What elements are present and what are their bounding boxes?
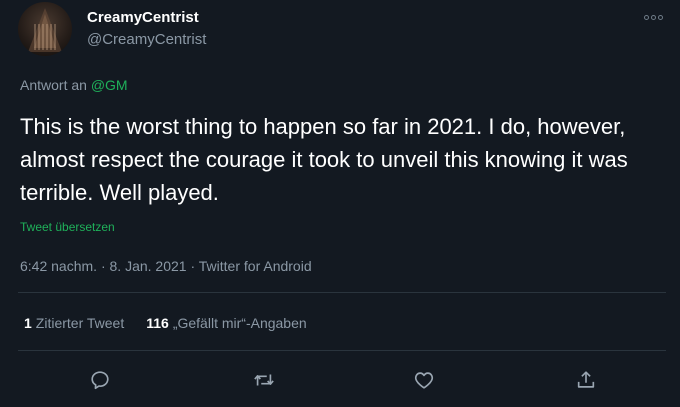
author-avatar[interactable] bbox=[18, 2, 72, 56]
tweet-text: This is the worst thing to happen so far… bbox=[20, 114, 628, 205]
reply-to-prefix: Antwort an bbox=[20, 77, 87, 93]
divider bbox=[18, 292, 666, 293]
likes-stat[interactable]: 116 „Gefällt mir“-Angaben bbox=[146, 315, 306, 331]
like-button[interactable] bbox=[410, 366, 438, 394]
share-button[interactable] bbox=[572, 366, 600, 394]
retweet-icon bbox=[254, 374, 274, 386]
like-label: „Gefällt mir“-Angaben bbox=[172, 315, 307, 331]
divider bbox=[18, 350, 666, 351]
meta-separator: · bbox=[100, 258, 106, 274]
tweet-source-link[interactable]: Twitter for Android bbox=[199, 258, 312, 274]
reply-button[interactable] bbox=[86, 366, 114, 394]
more-dot bbox=[650, 14, 656, 20]
avatar-portrait-icon bbox=[28, 8, 62, 52]
tweet-card: CreamyCentrist @CreamyCentrist Antwort a… bbox=[0, 0, 680, 407]
speech-bubble-icon bbox=[91, 371, 109, 390]
retweet-button[interactable] bbox=[250, 366, 278, 394]
more-options-icon[interactable] bbox=[642, 12, 664, 22]
quote-label: Zitierter Tweet bbox=[35, 315, 125, 331]
like-count: 116 bbox=[146, 315, 169, 331]
quote-count: 1 bbox=[24, 315, 32, 331]
more-dot bbox=[643, 14, 649, 20]
heart-icon bbox=[414, 372, 434, 389]
reply-to-mention-link[interactable]: @GM bbox=[91, 77, 128, 93]
quote-tweets-stat[interactable]: 1 Zitierter Tweet bbox=[24, 315, 124, 331]
share-icon bbox=[577, 371, 595, 388]
more-dot bbox=[657, 14, 663, 20]
author-display-name[interactable]: CreamyCentrist bbox=[87, 9, 199, 26]
author-handle[interactable]: @CreamyCentrist bbox=[87, 31, 206, 48]
tweet-time[interactable]: 6:42 nachm. bbox=[20, 258, 97, 274]
translate-tweet-link[interactable]: Tweet übersetzen bbox=[20, 220, 115, 234]
tweet-metadata: 6:42 nachm. · 8. Jan. 2021 · Twitter for… bbox=[20, 258, 312, 274]
reply-to-line: Antwort an @GM bbox=[20, 77, 128, 93]
tweet-date[interactable]: 8. Jan. 2021 bbox=[110, 258, 187, 274]
action-bar bbox=[0, 362, 680, 398]
tweet-stats: 1 Zitierter Tweet 116 „Gefällt mir“-Angabe… bbox=[24, 315, 307, 331]
meta-separator: · bbox=[190, 258, 196, 274]
